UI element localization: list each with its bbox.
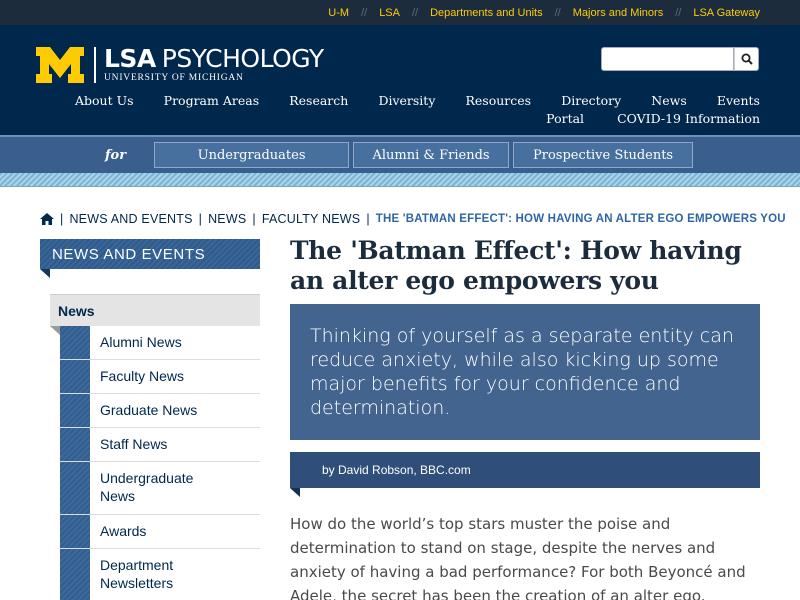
article-title: The 'Batman Effect': How having an alter…: [290, 236, 742, 295]
main-nav-row: Portal COVID-19 Information: [40, 111, 760, 126]
sidebar-item-label: Graduate News: [100, 402, 198, 418]
sidebar-item-department-newsletters[interactable]: Department Newsletters: [60, 549, 260, 600]
decorative-stripe: [0, 173, 800, 187]
logo-title: LSA PSYCHOLOGY: [104, 44, 324, 73]
ribbon-fold: [290, 488, 300, 497]
home-icon[interactable]: [40, 213, 54, 225]
breadcrumb-news[interactable]: News: [208, 212, 246, 226]
sidebar-item-faculty-news[interactable]: Faculty News: [60, 360, 260, 394]
sidebar-item-alumni-news[interactable]: Alumni News: [60, 326, 260, 360]
nav-research[interactable]: Research: [289, 93, 348, 108]
article-lede: Thinking of yourself as a separate entit…: [290, 304, 760, 440]
nav-covid-info[interactable]: COVID-19 Information: [617, 111, 760, 126]
nav-news[interactable]: News: [651, 93, 686, 108]
audience-bar: for Undergraduates Alumni & Friends Pros…: [0, 135, 800, 173]
item-marker: [60, 515, 90, 548]
nav-portal[interactable]: Portal: [546, 111, 584, 126]
breadcrumb: | News and Events | News | Faculty News …: [40, 212, 786, 226]
util-link-majors[interactable]: Majors and Minors: [573, 7, 663, 19]
search-button[interactable]: [734, 47, 759, 71]
item-marker: [60, 326, 90, 359]
sidebar-item-news[interactable]: News: [50, 294, 260, 326]
ribbon-fold: [50, 326, 60, 335]
sidebar-item-label: Undergraduate News: [100, 470, 194, 504]
breadcrumb-news-and-events[interactable]: News and Events: [69, 212, 192, 226]
item-marker: [60, 462, 90, 514]
separator: //: [554, 6, 561, 19]
nav-about-us[interactable]: About Us: [75, 93, 134, 108]
nav-program-areas[interactable]: Program Areas: [164, 93, 259, 108]
sidebar-item-awards[interactable]: Awards: [60, 515, 260, 549]
sidebar-item-undergraduate-news[interactable]: Undergraduate News: [60, 462, 260, 515]
search-form: [601, 47, 759, 71]
breadcrumb-separator: |: [366, 212, 370, 226]
main-navigation: About Us Program Areas Research Diversit…: [40, 93, 760, 126]
util-link-um[interactable]: U-M: [328, 7, 349, 19]
logo-wordmark: LSA PSYCHOLOGY UNIVERSITY OF MICHIGAN: [104, 44, 324, 84]
item-marker: [60, 428, 90, 461]
search-icon: [741, 53, 753, 65]
audience-undergraduates-button[interactable]: Undergraduates: [154, 142, 350, 168]
sidebar-item-label: Staff News: [100, 436, 168, 452]
ribbon-fold: [40, 269, 50, 278]
breadcrumb-current: THE 'BATMAN EFFECT': HOW HAVING AN ALTER…: [375, 213, 786, 225]
sidebar-item-label: Department Newsletters: [100, 557, 174, 591]
logo-divider: [94, 47, 96, 83]
separator: //: [675, 6, 682, 19]
separator: //: [411, 6, 419, 19]
util-link-gateway[interactable]: LSA Gateway: [693, 7, 760, 19]
sidebar-item-label: Alumni News: [100, 334, 182, 350]
sidebar-item-label: Faculty News: [100, 368, 185, 384]
util-link-lsa[interactable]: LSA: [379, 7, 400, 19]
audience-alumni-button[interactable]: Alumni & Friends: [353, 142, 510, 168]
audience-for-label: for: [104, 147, 127, 163]
item-marker: [60, 549, 90, 600]
breadcrumb-separator: |: [198, 212, 203, 226]
block-m-logo-icon: [36, 47, 84, 83]
separator: //: [361, 6, 368, 19]
breadcrumb-faculty-news[interactable]: Faculty News: [262, 212, 360, 226]
sidebar-heading[interactable]: NEWS AND EVENTS: [40, 239, 260, 269]
article-byline: by David Robson, BBC.com: [290, 452, 760, 488]
breadcrumb-separator: |: [252, 212, 256, 226]
main-nav-row: About Us Program Areas Research Diversit…: [40, 93, 760, 108]
nav-diversity[interactable]: Diversity: [378, 93, 435, 108]
sidebar-submenu: Alumni News Faculty News Graduate News S…: [60, 326, 260, 600]
nav-events[interactable]: Events: [717, 93, 760, 108]
item-marker: [60, 394, 90, 427]
nav-directory[interactable]: Directory: [561, 93, 621, 108]
item-marker: [60, 360, 90, 393]
utility-bar: U-M // LSA // Departments and Units // M…: [0, 0, 800, 25]
breadcrumb-separator: |: [60, 212, 64, 226]
sidebar-item-label: Awards: [100, 523, 147, 539]
util-link-departments[interactable]: Departments and Units: [430, 7, 543, 19]
site-header: LSA PSYCHOLOGY UNIVERSITY OF MICHIGAN Abo…: [0, 25, 800, 135]
sidebar-item-graduate-news[interactable]: Graduate News: [60, 394, 260, 428]
article-body: How do the world’s top stars muster the …: [290, 515, 746, 600]
sidebar-item-staff-news[interactable]: Staff News: [60, 428, 260, 462]
audience-prospective-button[interactable]: Prospective Students: [513, 142, 694, 168]
logo-subtitle: UNIVERSITY OF MICHIGAN: [104, 73, 244, 83]
search-input[interactable]: [601, 47, 734, 71]
nav-resources[interactable]: Resources: [466, 93, 532, 108]
